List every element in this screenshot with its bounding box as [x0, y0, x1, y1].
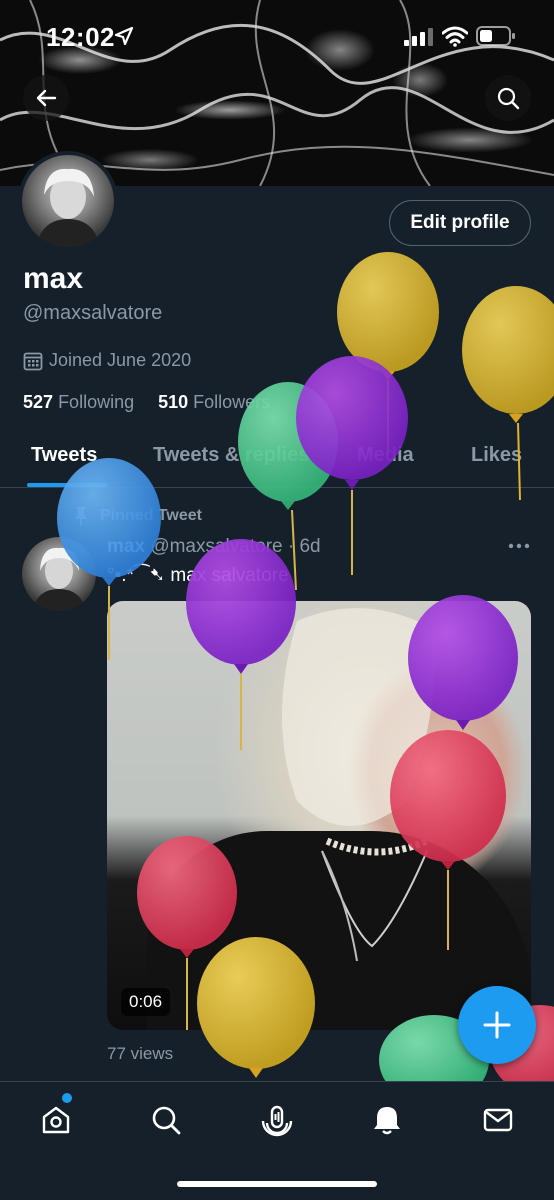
nav-spaces[interactable] — [257, 1100, 297, 1140]
profile-search-button[interactable] — [485, 75, 531, 121]
profile-handle: @maxsalvatore — [23, 302, 163, 324]
notification-dot — [62, 1093, 72, 1103]
profile-tabs: Tweets Tweets & replies Media Likes — [0, 432, 554, 488]
wifi-icon — [442, 26, 468, 47]
tweet-author-avatar[interactable] — [22, 537, 96, 611]
pinned-tweet-label: Pinned Tweet — [100, 507, 202, 524]
battery-icon — [476, 26, 515, 46]
tab-media[interactable]: Media — [357, 444, 414, 467]
search-icon — [497, 87, 520, 110]
cellular-signal-icon — [404, 28, 433, 46]
plus-icon — [483, 1011, 511, 1039]
following-link[interactable]: 527 Following — [23, 392, 134, 413]
active-tab-indicator — [27, 483, 107, 487]
profile-display-name: max — [23, 262, 84, 295]
balloon-yellow — [337, 252, 439, 455]
tab-tweets[interactable]: Tweets — [31, 444, 97, 467]
video-frame-detail — [282, 608, 437, 962]
tweet-views: 77 views — [107, 1044, 174, 1063]
tweet-author-name[interactable]: max — [107, 536, 145, 557]
arrow-left-icon — [36, 89, 57, 107]
home-icon — [42, 1106, 70, 1134]
pinned-tweet-label-row: Pinned Tweet — [72, 506, 202, 526]
nav-messages[interactable] — [478, 1100, 518, 1140]
following-label: Following — [58, 392, 135, 412]
followers-label: Followers — [193, 392, 271, 412]
followers-link[interactable]: 510 Followers — [158, 392, 270, 413]
tab-tweets-and-replies[interactable]: Tweets & replies — [153, 444, 309, 467]
edit-profile-button[interactable]: Edit profile — [389, 200, 531, 246]
avatar-portrait — [32, 547, 86, 611]
spaces-icon — [261, 1105, 293, 1137]
compose-tweet-button[interactable] — [458, 986, 536, 1064]
nav-explore[interactable] — [146, 1100, 186, 1140]
avatar-portrait — [36, 168, 100, 247]
calendar-icon — [23, 352, 43, 370]
profile-avatar[interactable] — [18, 151, 118, 251]
nav-notifications[interactable] — [367, 1100, 407, 1140]
tab-likes[interactable]: Likes — [471, 444, 522, 467]
joined-date: Joined June 2020 — [49, 350, 192, 370]
messages-icon — [483, 1108, 513, 1132]
tweet-text: °•.*⁀➷ max salvatore — [107, 565, 289, 586]
home-indicator[interactable] — [177, 1181, 377, 1187]
back-button[interactable] — [23, 75, 69, 121]
joined-date-row: Joined June 2020 — [23, 350, 191, 371]
nav-home[interactable] — [36, 1100, 76, 1140]
status-time: 12:02 — [46, 22, 115, 52]
video-duration-badge: 0:06 — [121, 988, 171, 1016]
tweet-video[interactable] — [107, 601, 531, 1030]
more-horizontal-icon[interactable] — [508, 541, 530, 551]
notifications-icon — [374, 1107, 400, 1135]
tweet-header: max @maxsalvatore · 6d — [107, 536, 321, 558]
status-bar: 12:02 — [0, 0, 554, 74]
followers-count: 510 — [158, 392, 189, 412]
follow-stats: 527 Following 510 Followers — [23, 392, 270, 413]
tweet-author-handle[interactable]: @maxsalvatore — [150, 536, 282, 557]
location-arrow-icon — [114, 26, 134, 46]
following-count: 527 — [23, 392, 54, 412]
pin-icon — [74, 507, 88, 526]
search-icon — [152, 1106, 181, 1135]
tweet-age: · 6d — [287, 536, 321, 557]
